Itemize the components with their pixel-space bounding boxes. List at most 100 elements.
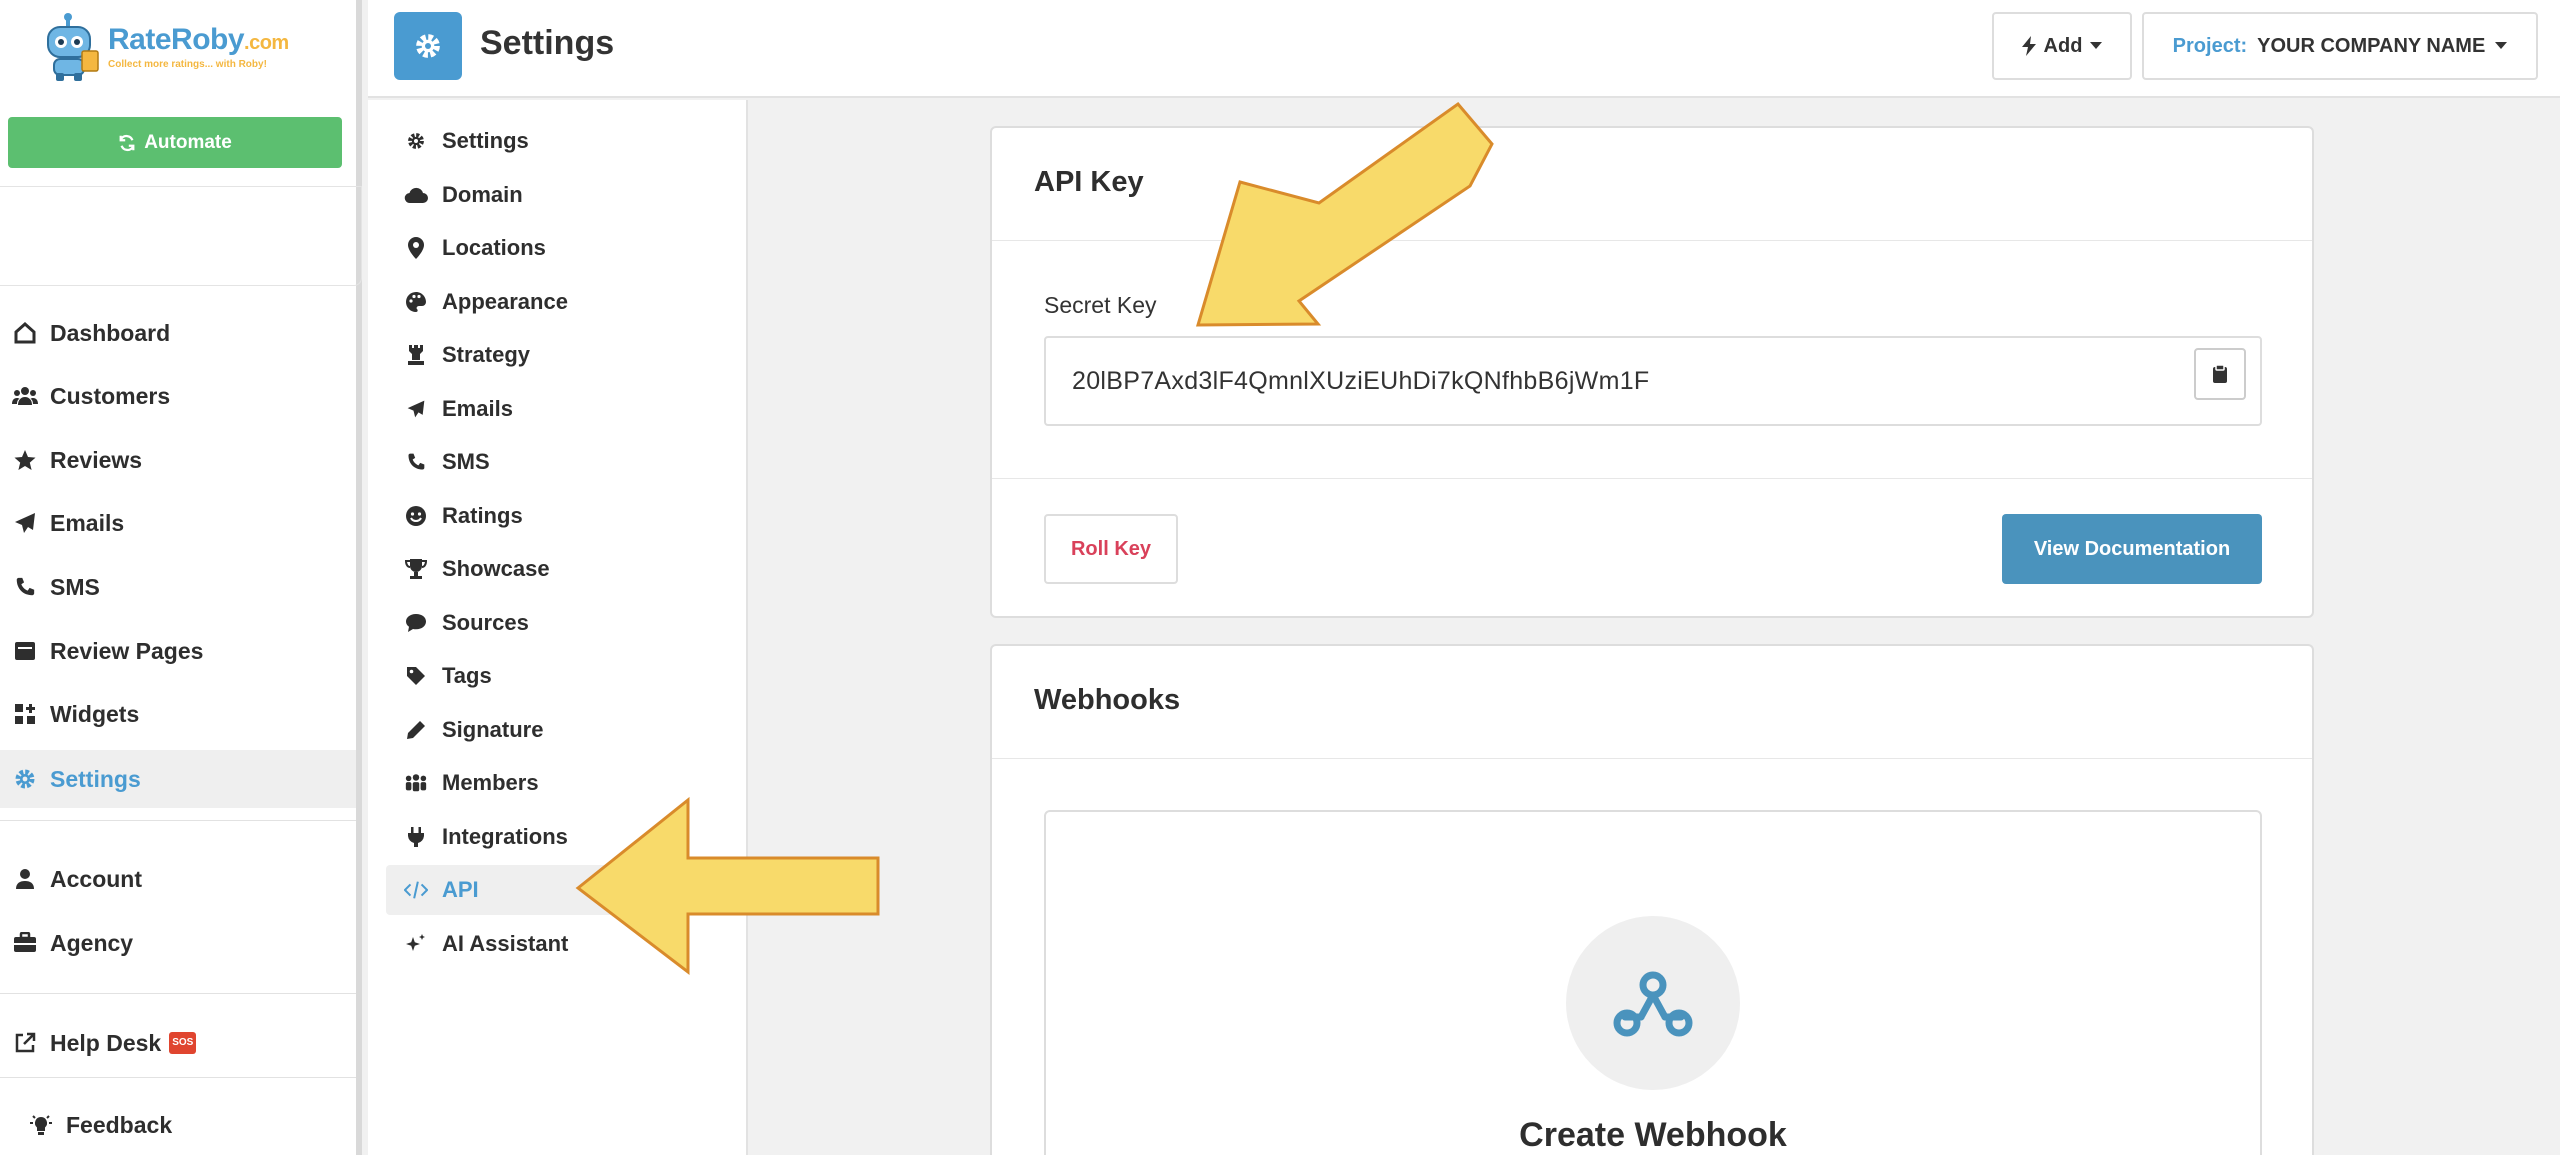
brand-logo[interactable]: RateRoby.com Collect more ratings... wit… bbox=[38, 10, 328, 82]
subnav-item-ratings[interactable]: Ratings bbox=[386, 491, 726, 541]
phone-icon bbox=[12, 574, 38, 600]
add-label: Add bbox=[2043, 34, 2083, 57]
subnav-label: Appearance bbox=[442, 289, 568, 314]
nav-label: Dashboard bbox=[50, 319, 171, 346]
nav-item-emails[interactable]: Emails bbox=[0, 494, 356, 552]
subnav-item-tags[interactable]: Tags bbox=[386, 651, 726, 701]
sos-badge: SOS bbox=[169, 1032, 197, 1054]
card-separator bbox=[992, 240, 2312, 241]
widgets-icon bbox=[12, 701, 38, 727]
subnav-item-showcase[interactable]: Showcase bbox=[386, 544, 726, 594]
nav-item-customers[interactable]: Customers bbox=[0, 367, 356, 425]
members-icon bbox=[404, 771, 428, 795]
nav-item-dashboard[interactable]: Dashboard bbox=[0, 304, 356, 362]
webhooks-title: Webhooks bbox=[1034, 684, 1181, 716]
subnav-item-sources[interactable]: Sources bbox=[386, 598, 726, 648]
subnav-item-ai-assistant[interactable]: AI Assistant bbox=[386, 919, 726, 969]
caret-down-icon bbox=[2495, 42, 2508, 49]
webhook-icon bbox=[1613, 971, 1693, 1037]
sidebar-panel-box bbox=[0, 186, 362, 286]
cloud-icon bbox=[404, 183, 428, 207]
subnav-label: AI Assistant bbox=[442, 931, 569, 956]
sidebar-divider bbox=[0, 993, 356, 994]
subnav-item-settings[interactable]: Settings bbox=[386, 116, 726, 166]
clipboard-icon bbox=[2213, 364, 2227, 383]
page-title: Settings bbox=[480, 24, 615, 62]
lightbulb-icon bbox=[28, 1112, 54, 1138]
nav-item-help-desk[interactable]: Help Desk SOS bbox=[0, 1014, 356, 1072]
home-icon bbox=[12, 320, 38, 346]
subnav-label: Showcase bbox=[442, 556, 550, 581]
pen-icon bbox=[404, 718, 428, 742]
external-link-icon bbox=[12, 1030, 38, 1056]
brand-tagline: Collect more ratings... with Roby! bbox=[108, 58, 267, 70]
view-documentation-button[interactable]: View Documentation bbox=[2002, 514, 2262, 584]
subnav-label: Settings bbox=[442, 128, 529, 153]
subnav-item-strategy[interactable]: Strategy bbox=[386, 330, 726, 380]
create-webhook-panel[interactable]: Create Webhook bbox=[1044, 810, 2262, 1155]
star-icon bbox=[12, 447, 38, 473]
subnav-label: Members bbox=[442, 770, 539, 795]
nav-item-account[interactable]: Account bbox=[0, 850, 356, 908]
subnav-item-integrations[interactable]: Integrations bbox=[386, 812, 726, 862]
paper-plane-icon bbox=[12, 510, 38, 536]
secret-key-field[interactable]: 20lBP7Axd3lF4QmnlXUziEUhDi7kQNfhbB6jWm1F bbox=[1044, 336, 2262, 426]
phone-icon bbox=[404, 450, 428, 474]
subnav-item-locations[interactable]: Locations bbox=[386, 223, 726, 273]
subnav-item-sms[interactable]: SMS bbox=[386, 437, 726, 487]
bolt-icon bbox=[2021, 36, 2036, 56]
subnav-label: Locations bbox=[442, 235, 546, 260]
api-key-title: API Key bbox=[1034, 166, 1144, 198]
sparkles-icon bbox=[404, 932, 428, 956]
gear-icon bbox=[12, 766, 38, 792]
plug-icon bbox=[404, 825, 428, 849]
subnav-item-members[interactable]: Members bbox=[386, 758, 726, 808]
roll-key-button[interactable]: Roll Key bbox=[1044, 514, 1178, 584]
nav-item-feedback[interactable]: Feedback bbox=[0, 1096, 356, 1154]
nav-item-review-pages[interactable]: Review Pages bbox=[0, 622, 356, 680]
add-dropdown-button[interactable]: Add bbox=[1992, 12, 2132, 80]
subnav-label: Integrations bbox=[442, 824, 568, 849]
project-value: YOUR COMPANY NAME bbox=[2257, 34, 2486, 57]
caret-down-icon bbox=[2090, 42, 2103, 49]
trophy-icon bbox=[404, 557, 428, 581]
subnav-item-api[interactable]: API bbox=[386, 865, 726, 915]
brand-name: RateRoby bbox=[108, 22, 245, 56]
code-icon bbox=[404, 878, 428, 902]
nav-label: Customers bbox=[50, 382, 171, 409]
nav-item-sms[interactable]: SMS bbox=[0, 558, 356, 616]
nav-item-agency[interactable]: Agency bbox=[0, 914, 356, 972]
api-key-card: API Key Secret Key 20lBP7Axd3lF4QmnlXUzi… bbox=[990, 126, 2314, 618]
subnav-label: Sources bbox=[442, 610, 529, 635]
subnav-label: Emails bbox=[442, 396, 513, 421]
nav-item-reviews[interactable]: Reviews bbox=[0, 431, 356, 489]
project-selector[interactable]: Project: YOUR COMPANY NAME bbox=[2142, 12, 2538, 80]
sidebar-divider bbox=[0, 1077, 356, 1078]
subnav-label: SMS bbox=[442, 449, 490, 474]
subnav-item-appearance[interactable]: Appearance bbox=[386, 277, 726, 327]
nav-item-widgets[interactable]: Widgets bbox=[0, 685, 356, 743]
card-separator bbox=[992, 758, 2312, 759]
tag-icon bbox=[404, 664, 428, 688]
card-separator bbox=[992, 478, 2312, 479]
subnav-label: Tags bbox=[442, 663, 492, 688]
copy-key-button[interactable] bbox=[2194, 348, 2246, 400]
subnav-label: Signature bbox=[442, 717, 544, 742]
comment-icon bbox=[404, 611, 428, 635]
chess-icon bbox=[404, 343, 428, 367]
nav-item-settings[interactable]: Settings bbox=[0, 750, 356, 808]
secret-key-label: Secret Key bbox=[1044, 292, 1157, 318]
automate-button[interactable]: Automate bbox=[8, 117, 342, 168]
automate-label: Automate bbox=[144, 131, 232, 153]
project-label: Project: bbox=[2172, 34, 2248, 57]
refresh-icon bbox=[119, 134, 135, 151]
nav-label: Widgets bbox=[50, 700, 140, 727]
subnav-item-emails[interactable]: Emails bbox=[386, 384, 726, 434]
subnav-item-signature[interactable]: Signature bbox=[386, 705, 726, 755]
nav-label: Settings bbox=[50, 765, 141, 792]
gear-icon bbox=[416, 34, 440, 58]
nav-label: Account bbox=[50, 865, 142, 892]
subnav-label: API bbox=[442, 877, 479, 902]
subnav-item-domain[interactable]: Domain bbox=[386, 170, 726, 220]
nav-label: Feedback bbox=[66, 1111, 173, 1138]
